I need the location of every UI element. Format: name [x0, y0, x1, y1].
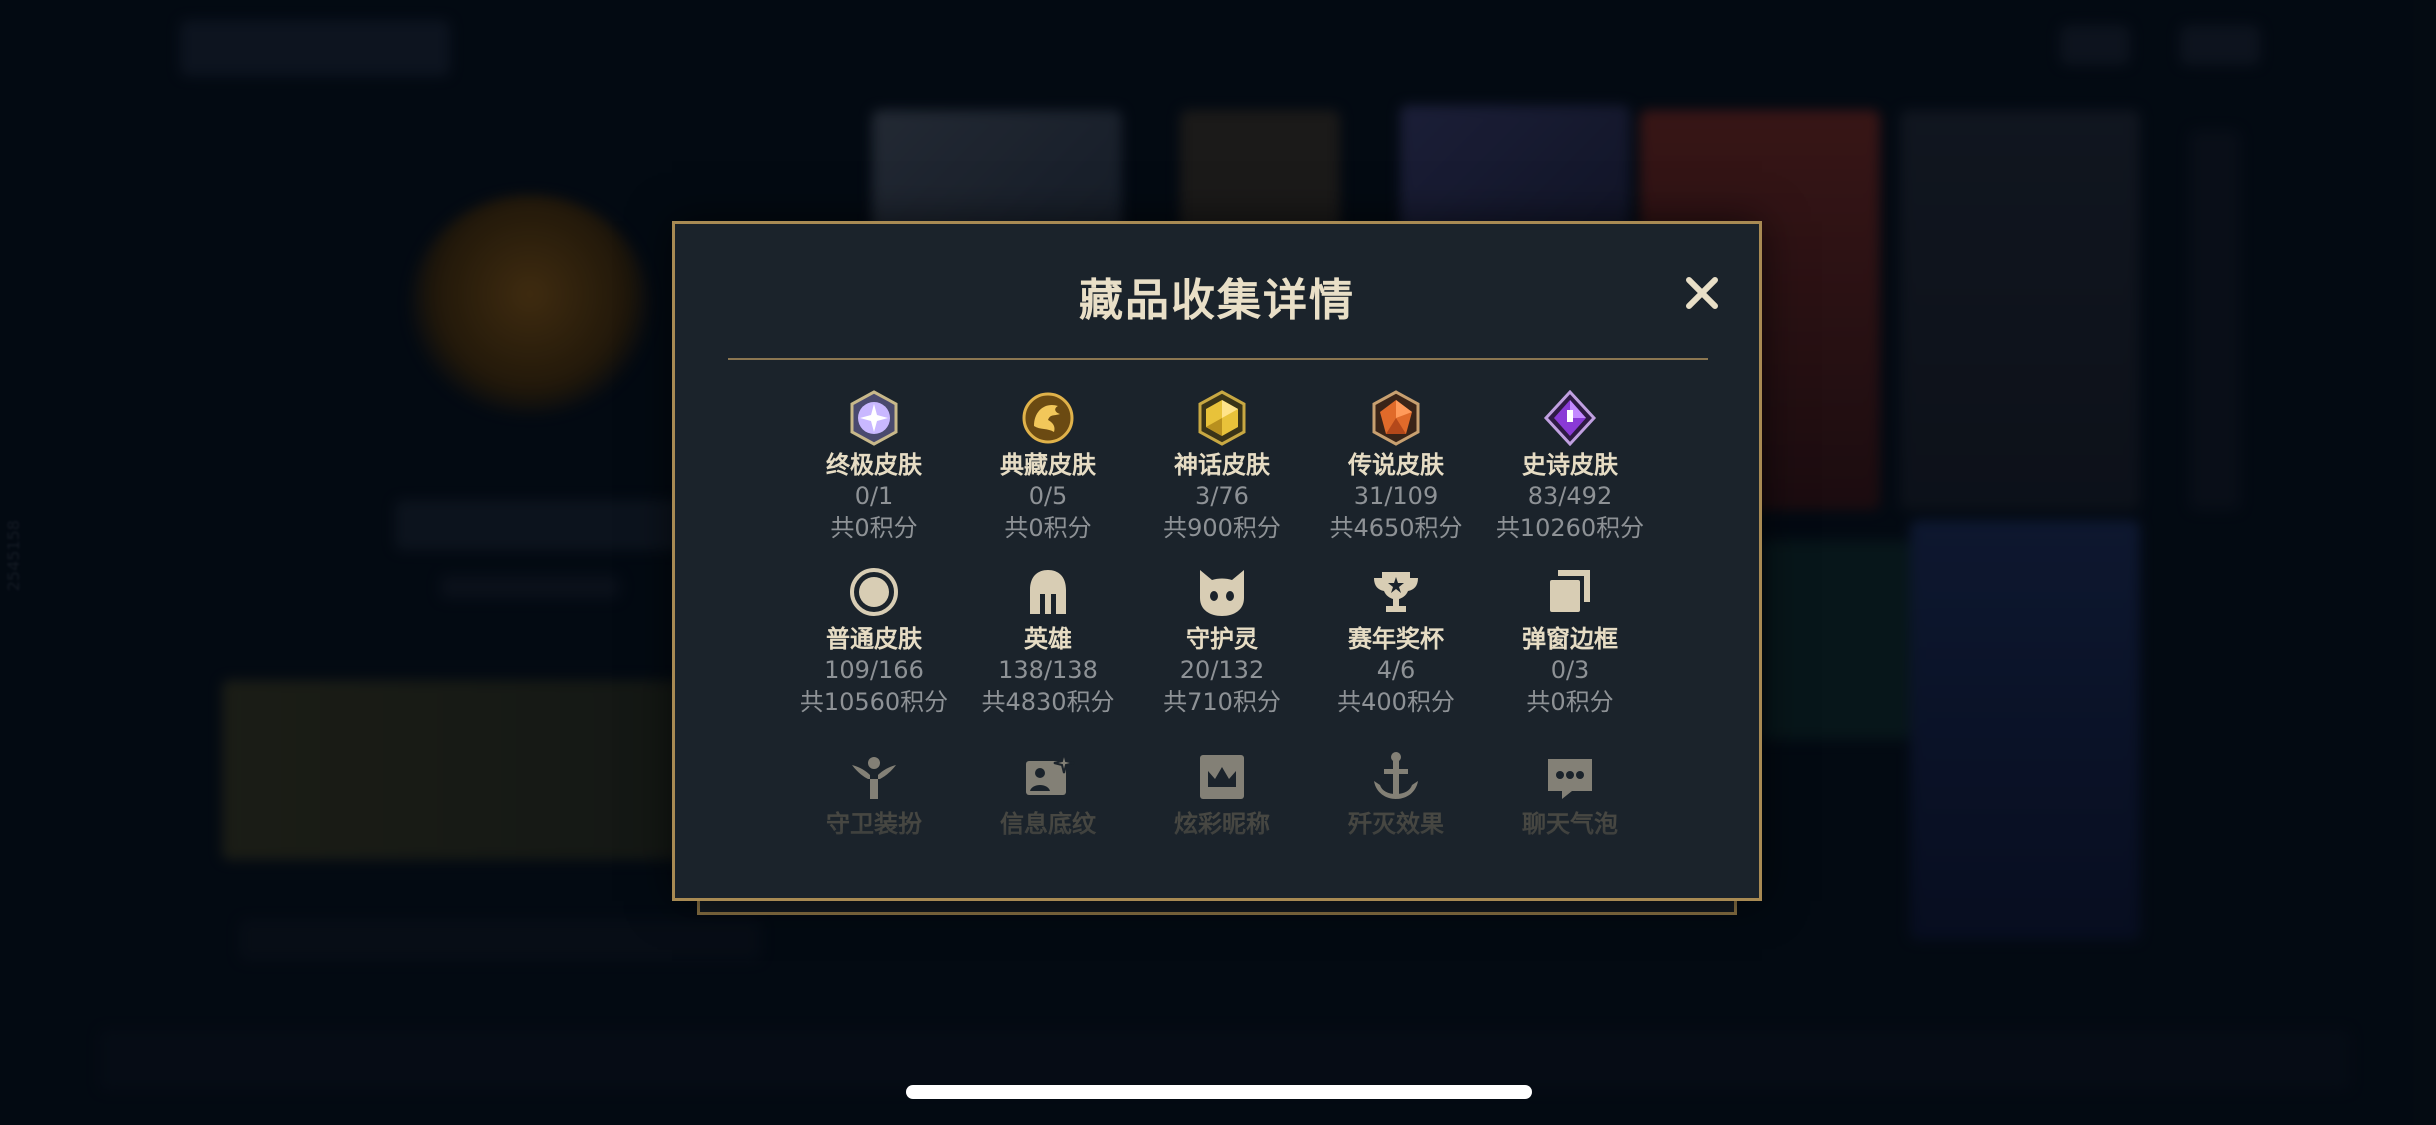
helmet-icon	[1030, 570, 1066, 614]
item-count: 109/166	[824, 656, 924, 684]
trophy-icon	[1374, 572, 1418, 612]
item-points: 共0积分	[1004, 514, 1092, 542]
collection-item-epic-skin[interactable]: 史诗皮肤 83/492 共10260积分	[1485, 390, 1655, 544]
item-name: 神话皮肤	[1174, 451, 1270, 479]
item-count: 0/5	[1028, 482, 1068, 510]
item-points: 共10560积分	[799, 688, 949, 716]
legendary-gem-icon	[1372, 390, 1420, 446]
collection-item-hero[interactable]: 英雄 138/138 共4830积分	[963, 564, 1133, 718]
item-count: 138/138	[998, 656, 1098, 684]
chat-bubble-icon	[1548, 759, 1592, 799]
item-count: 3/76	[1195, 482, 1249, 510]
item-name: 英雄	[1024, 625, 1072, 653]
item-count: 0/3	[1550, 656, 1590, 684]
item-points: 共4830积分	[981, 688, 1115, 716]
item-points: 共4650积分	[1329, 514, 1463, 542]
item-points: 共10260积分	[1495, 514, 1645, 542]
collection-item-normal-skin[interactable]: 普通皮肤 109/166 共10560积分	[789, 564, 959, 718]
collection-grid: 终极皮肤 0/1 共0积分 典藏皮肤 0/5 共0积分 神话皮肤 3/76 共9…	[675, 224, 1759, 898]
crown-card-icon	[1200, 755, 1244, 799]
collection-item-mythic-skin[interactable]: 神话皮肤 3/76 共900积分	[1137, 390, 1307, 544]
item-count: 31/109	[1353, 482, 1439, 510]
home-indicator[interactable]	[906, 1085, 1532, 1099]
item-name: 守护灵	[1186, 625, 1258, 653]
item-points: 共710积分	[1163, 688, 1281, 716]
epic-gem-icon	[1543, 390, 1597, 446]
dragon-emblem-icon	[1022, 392, 1074, 444]
item-name: 弹窗边框	[1522, 625, 1618, 653]
item-points: 共0积分	[1526, 688, 1614, 716]
cat-face-icon	[1200, 570, 1244, 616]
frame-stack-icon	[1550, 570, 1590, 612]
ward-icon	[852, 757, 896, 799]
card-sparkle-icon	[1026, 752, 1075, 795]
scroll-fade	[678, 824, 1756, 898]
item-name: 史诗皮肤	[1522, 451, 1618, 479]
collection-item-treasure-skin[interactable]: 典藏皮肤 0/5 共0积分	[963, 390, 1133, 544]
collection-item-ultimate-skin[interactable]: 终极皮肤 0/1 共0积分	[789, 390, 959, 544]
item-name: 赛年奖杯	[1348, 625, 1444, 653]
item-name: 普通皮肤	[826, 625, 922, 653]
item-count: 4/6	[1376, 656, 1416, 684]
collection-item-legendary-skin[interactable]: 传说皮肤 31/109 共4650积分	[1311, 390, 1481, 544]
item-points: 共400积分	[1337, 688, 1455, 716]
mythic-gem-icon	[1198, 390, 1246, 446]
collection-item-popup-frame[interactable]: 弹窗边框 0/3 共0积分	[1485, 564, 1655, 718]
item-count: 83/492	[1527, 482, 1613, 510]
item-count: 20/132	[1179, 656, 1265, 684]
item-points: 共900积分	[1163, 514, 1281, 542]
collection-details-modal: 藏品收集详情 终极皮肤 0/1 共0积分 典藏皮肤 0/5 共0积分 神话皮肤 …	[672, 221, 1762, 901]
ultimate-gem-icon	[850, 390, 898, 446]
item-count: 0/1	[854, 482, 894, 510]
item-points: 共0积分	[830, 514, 918, 542]
item-name: 传说皮肤	[1348, 451, 1444, 479]
item-name: 典藏皮肤	[1000, 451, 1096, 479]
collection-item-guardian[interactable]: 守护灵 20/132 共710积分	[1137, 564, 1307, 718]
item-name: 终极皮肤	[826, 451, 922, 479]
collection-item-season-trophy[interactable]: 赛年奖杯 4/6 共400积分	[1311, 564, 1481, 718]
circle-icon	[850, 568, 898, 616]
anchor-icon	[1374, 752, 1418, 799]
